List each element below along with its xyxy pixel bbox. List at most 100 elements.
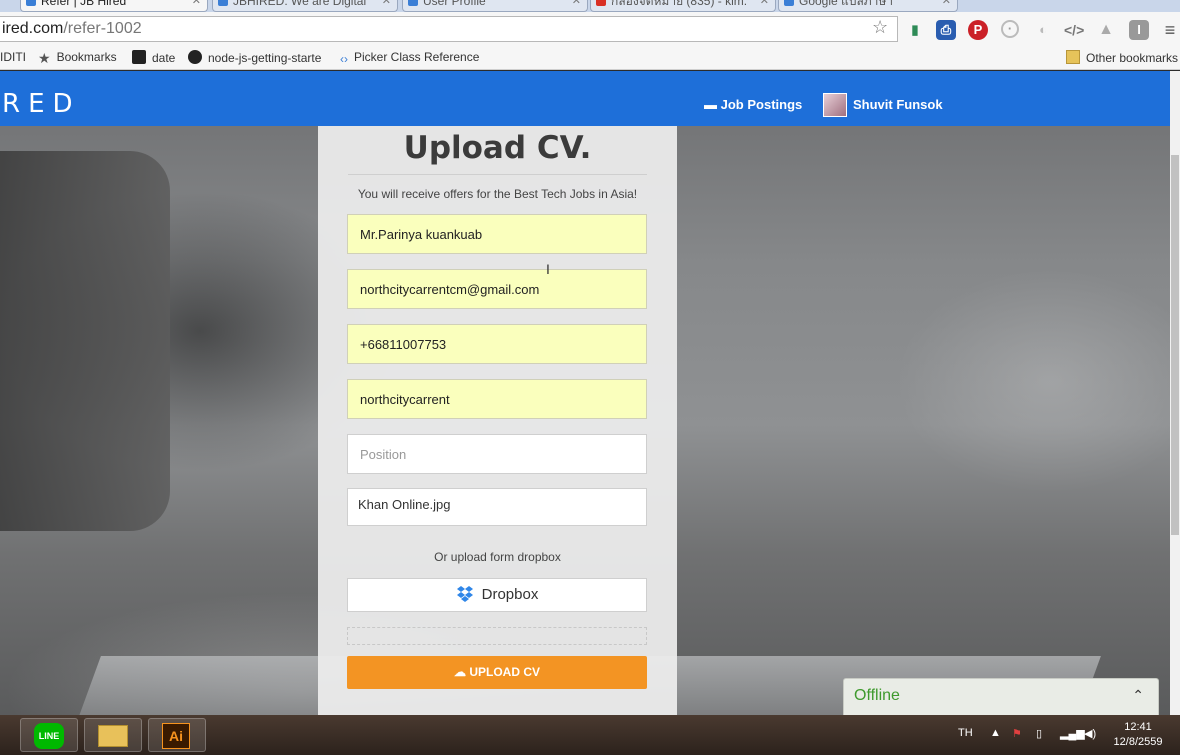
browser-tab-1[interactable]: Refer | JB Hired ✕	[20, 0, 208, 12]
tab-strip: Refer | JB Hired ✕ JBHIRED: We are Digit…	[0, 0, 1180, 12]
chat-widget[interactable]: Offline ⌃	[843, 678, 1159, 715]
tab-title: JBHIRED: We are Digital	[233, 0, 367, 8]
browser-tab-5[interactable]: Google แปลภาษา ✕	[778, 0, 958, 12]
bookmark-item[interactable]: ★ Bookmarks	[38, 50, 117, 66]
nav-job-postings[interactable]: ▬ Job Postings	[704, 97, 802, 112]
close-tab-icon[interactable]: ✕	[572, 0, 581, 8]
tab-title: User Profile	[423, 0, 486, 8]
pinterest-icon[interactable]: P	[968, 20, 988, 40]
drive-icon[interactable]: ▲	[1096, 20, 1116, 40]
close-tab-icon[interactable]: ✕	[382, 0, 391, 8]
url-path: /refer-1002	[63, 20, 142, 37]
nav-job-postings-label: Job Postings	[720, 97, 803, 112]
info-extension-icon[interactable]: I	[1129, 20, 1149, 40]
code-icon: ‹›	[340, 52, 348, 66]
volume-icon[interactable]: ◀)	[1084, 727, 1096, 740]
bookmark-item[interactable]: ‹› Picker Class Reference	[340, 50, 479, 66]
line-app-icon: LINE	[34, 723, 64, 749]
briefcase-icon: ▬	[704, 97, 721, 112]
url-host: ired.com	[2, 20, 64, 37]
tab-favicon-icon	[784, 0, 794, 6]
bookmark-label: date	[152, 51, 176, 65]
tab-title: Refer | JB Hired	[41, 0, 127, 8]
bookmark-label: node-js-getting-starte	[208, 51, 322, 65]
browser-tab-4[interactable]: กล่องจดหมาย (835) - kim. ✕	[590, 0, 776, 12]
clock-date: 12/8/2559	[1113, 736, 1163, 748]
cloud-upload-icon: ☁	[453, 665, 470, 679]
dropbox-button[interactable]: Dropbox	[347, 578, 647, 612]
browser-tab-3[interactable]: User Profile ✕	[402, 0, 588, 12]
upload-cv-button[interactable]: ☁ UPLOAD CV	[347, 656, 647, 689]
file-input[interactable]: Khan Online.jpg	[347, 488, 647, 526]
tab-title: กล่องจดหมาย (835) - kim.	[611, 0, 748, 8]
folder-icon	[1066, 50, 1080, 64]
taskbar-file-explorer[interactable]	[84, 718, 142, 752]
bookmark-star-icon[interactable]: ☆	[872, 17, 888, 38]
name-field[interactable]	[347, 214, 647, 254]
printer-extension-icon[interactable]: ⎙	[936, 20, 956, 40]
tab-favicon-icon	[218, 0, 228, 6]
clock[interactable]: 12:41 12/8/2559	[1105, 720, 1171, 750]
illustrator-icon: Ai	[162, 723, 190, 749]
taskbar-illustrator[interactable]: Ai	[148, 718, 206, 752]
form-title: Upload CV.	[403, 130, 592, 166]
network-error-icon[interactable]: ⚑	[1012, 727, 1022, 740]
menu-icon[interactable]: ≡	[1160, 20, 1180, 40]
code-icon[interactable]: </>	[1064, 20, 1084, 40]
email-field[interactable]	[347, 269, 647, 309]
company-field[interactable]	[347, 379, 647, 419]
battery-icon[interactable]: ▯	[1036, 727, 1042, 740]
windows-taskbar: LINE Ai TH ▲ ⚑ ▯ ▂▄▆ ◀) 12:41 12/8/2559	[0, 715, 1180, 755]
upload-cv-label: UPLOAD CV	[469, 665, 540, 679]
site-logo[interactable]: RED	[2, 89, 81, 119]
site-header: RED ▬ Job Postings Shuvit Funsok	[0, 71, 1170, 126]
bookmark-label: Bookmarks	[56, 50, 117, 64]
phone-field[interactable]	[347, 324, 647, 364]
chevron-up-icon[interactable]: ⌃	[1132, 687, 1144, 704]
extension-swirl-icon[interactable]: ◐	[1033, 20, 1053, 40]
other-bookmarks[interactable]: Other bookmarks	[1066, 50, 1178, 65]
avatar[interactable]	[823, 93, 847, 117]
extension-circle-icon[interactable]: ·	[1001, 20, 1019, 38]
web-page: RED ▬ Job Postings Shuvit Funsok Upload …	[0, 71, 1170, 715]
page-icon	[132, 50, 146, 64]
nav-user-name[interactable]: Shuvit Funsok	[853, 97, 943, 112]
close-tab-icon[interactable]: ✕	[192, 0, 201, 8]
drop-zone[interactable]	[347, 627, 647, 645]
close-tab-icon[interactable]: ✕	[942, 0, 951, 8]
folder-icon	[98, 725, 128, 747]
form-subtitle: You will receive offers for the Best Tec…	[357, 187, 638, 201]
star-icon: ★	[38, 50, 51, 66]
close-tab-icon[interactable]: ✕	[760, 0, 769, 8]
chart-extension-icon[interactable]: ▮	[905, 20, 925, 40]
dropbox-label: Dropbox	[481, 586, 539, 603]
dropbox-icon	[456, 586, 473, 602]
background-photo-object	[0, 151, 170, 531]
dropbox-hint: Or upload form dropbox	[434, 550, 561, 564]
bookmark-item[interactable]: ІDITI	[0, 50, 26, 64]
github-icon	[188, 50, 202, 64]
text-cursor-icon: I	[546, 261, 550, 277]
browser-tab-2[interactable]: JBHIRED: We are Digital ✕	[212, 0, 398, 12]
chat-status: Offline	[854, 687, 900, 704]
bookmark-label: ІDITI	[0, 50, 26, 64]
bookmark-label: Picker Class Reference	[354, 50, 480, 64]
other-bookmarks-label: Other bookmarks	[1086, 51, 1179, 65]
show-hidden-icons-icon[interactable]: ▲	[990, 727, 1001, 739]
clock-time: 12:41	[1124, 721, 1152, 733]
bookmark-item[interactable]: node-js-getting-starte	[188, 50, 321, 65]
scrollbar-thumb[interactable]	[1171, 155, 1179, 535]
tab-favicon-icon	[26, 0, 36, 6]
file-name: Khan Online.jpg	[358, 497, 451, 512]
upload-cv-form: Upload CV. You will receive offers for t…	[318, 126, 677, 715]
page-scrollbar[interactable]	[1170, 71, 1180, 715]
signal-icon[interactable]: ▂▄▆	[1060, 727, 1085, 740]
address-bar[interactable]: ired.com/refer-1002	[0, 16, 898, 42]
language-indicator[interactable]: TH	[958, 727, 973, 739]
bookmark-item[interactable]: date	[132, 50, 175, 65]
omnibox-row: ired.com/refer-1002 ☆ ▮ ⎙ P · ◐ </> ▲ I …	[0, 12, 1180, 46]
position-field[interactable]	[347, 434, 647, 474]
bookmarks-bar: ІDITI ★ Bookmarks date node-js-getting-st…	[0, 46, 1180, 70]
taskbar-line[interactable]: LINE	[20, 718, 78, 752]
tab-title: Google แปลภาษา	[799, 0, 894, 8]
